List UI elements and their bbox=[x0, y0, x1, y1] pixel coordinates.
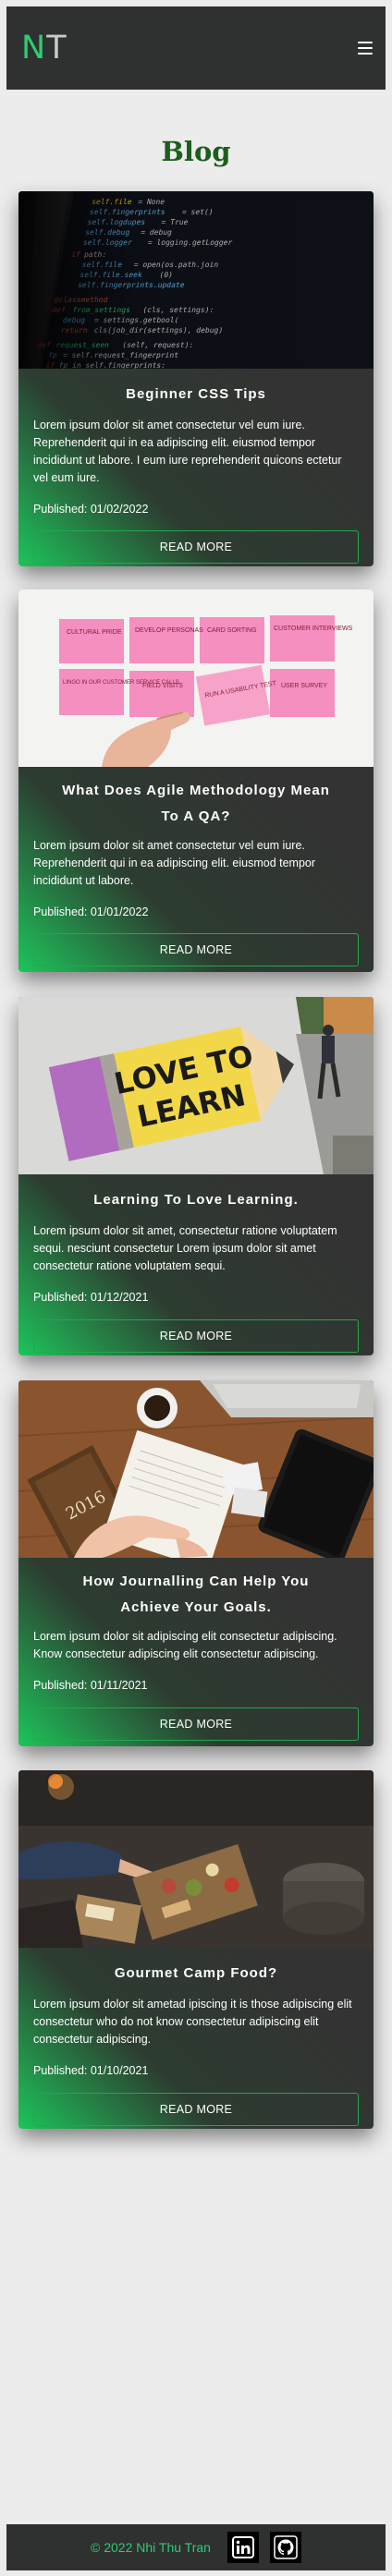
sticky-note-text: CUSTOMER INTERVIEWS bbox=[274, 626, 353, 632]
site-header: N T bbox=[6, 6, 386, 90]
card-body: Gourmet Camp Food? Lorem ipsum dolor sit… bbox=[18, 1961, 374, 2126]
card-body: Beginner CSS Tips Lorem ipsum dolor sit … bbox=[18, 382, 374, 564]
site-footer: © 2022 Nhi Thu Tran bbox=[6, 2524, 386, 2570]
card-excerpt: Lorem ipsum dolor sit adipiscing elit co… bbox=[33, 1630, 337, 1660]
card-title[interactable]: Gourmet Camp Food? bbox=[33, 1961, 359, 1987]
sticky-note-text: FIELD VISITS bbox=[142, 683, 183, 689]
card-title[interactable]: Beginner CSS Tips bbox=[33, 382, 359, 407]
sticky-note-text: CULTURAL PRIDE bbox=[67, 629, 122, 636]
site-logo[interactable]: N T bbox=[21, 30, 67, 67]
card-image-sticky-notes: CULTURAL PRIDE DEVELOP PERSONAS CARD SOR… bbox=[18, 589, 374, 767]
card-image-camp-food bbox=[18, 1770, 374, 1948]
card-title[interactable]: How Journalling Can Help You Achieve You… bbox=[33, 1569, 359, 1621]
card-image-code-screen: self.file= None self.fingerprints= set()… bbox=[18, 191, 374, 369]
card-title[interactable]: What Does Agile Methodology Mean To A QA… bbox=[33, 778, 359, 830]
blog-card: 2016 How Journalling Can Help You Achiev… bbox=[18, 1380, 374, 1746]
card-excerpt: Lorem ipsum dolor sit amet consectetur v… bbox=[33, 839, 316, 887]
card-body: Learning To Love Learning. Lorem ipsum d… bbox=[18, 1187, 374, 1353]
sticky-note-text: USER SURVEY bbox=[281, 683, 327, 689]
read-more-button[interactable]: READ MORE bbox=[33, 2093, 359, 2126]
logo-letter-n: N bbox=[21, 30, 47, 67]
hamburger-menu-icon[interactable] bbox=[358, 42, 373, 55]
blog-card: CULTURAL PRIDE DEVELOP PERSONAS CARD SOR… bbox=[18, 589, 374, 972]
blog-card: LOVE TO LEARN Learning To Love Learning.… bbox=[18, 997, 374, 1355]
read-more-button[interactable]: READ MORE bbox=[33, 1319, 359, 1353]
card-image-love-to-learn: LOVE TO LEARN bbox=[18, 997, 374, 1174]
card-published-date: Published: 01/02/2022 bbox=[33, 503, 149, 516]
blog-card: Gourmet Camp Food? Lorem ipsum dolor sit… bbox=[18, 1770, 374, 2129]
card-published-date: Published: 01/01/2022 bbox=[33, 905, 149, 918]
card-excerpt: Lorem ipsum dolor sit amet consectetur v… bbox=[33, 419, 342, 484]
linkedin-icon[interactable] bbox=[227, 2532, 259, 2563]
read-more-button[interactable]: READ MORE bbox=[33, 530, 359, 564]
card-body: What Does Agile Methodology Mean To A QA… bbox=[18, 778, 374, 966]
read-more-button[interactable]: READ MORE bbox=[33, 933, 359, 966]
card-published-date: Published: 01/11/2021 bbox=[33, 1679, 148, 1692]
page-title: Blog bbox=[161, 136, 231, 167]
read-more-button[interactable]: READ MORE bbox=[33, 1707, 359, 1741]
github-icon[interactable] bbox=[269, 2532, 301, 2563]
sticky-note-text: DEVELOP PERSONAS bbox=[135, 627, 203, 634]
sticky-note-text: CARD SORTING bbox=[207, 627, 257, 634]
card-title[interactable]: Learning To Love Learning. bbox=[33, 1187, 359, 1213]
page: N T Blog Beginner CSS Tips Lorem ipsum d… bbox=[0, 0, 392, 2576]
card-image-journal-desk: 2016 bbox=[18, 1380, 374, 1558]
blog-card: self.file= None self.fingerprints= set()… bbox=[18, 191, 374, 566]
card-body: How Journalling Can Help You Achieve You… bbox=[18, 1569, 374, 1741]
card-excerpt: Lorem ipsum dolor sit amet, consectetur … bbox=[33, 1224, 337, 1272]
footer-copyright: © 2022 Nhi Thu Tran bbox=[91, 2540, 211, 2555]
logo-letter-t: T bbox=[46, 30, 67, 67]
card-published-date: Published: 01/10/2021 bbox=[33, 2064, 149, 2077]
card-published-date: Published: 01/12/2021 bbox=[33, 1291, 149, 1304]
card-excerpt: Lorem ipsum dolor sit ametad ipiscing it… bbox=[33, 1998, 352, 2046]
